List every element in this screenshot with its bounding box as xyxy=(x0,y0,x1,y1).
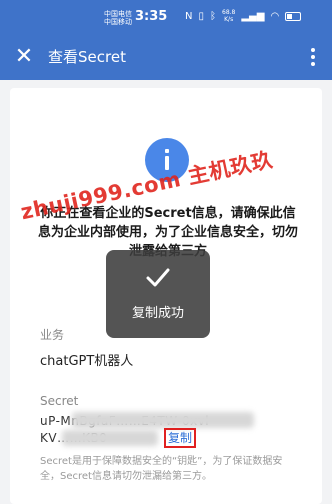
secret-blur-mask xyxy=(72,412,254,428)
app-bar: ✕ 查看Secret xyxy=(0,34,332,80)
checkmark-icon xyxy=(146,268,170,287)
page-title: 查看Secret xyxy=(48,48,126,66)
secret-label: Secret xyxy=(40,394,79,408)
wifi-icon: ◠ xyxy=(270,10,280,22)
carrier-2: 中国移动 xyxy=(104,18,132,26)
carrier-info: 中国电信 中国移动 xyxy=(104,10,132,26)
app-value: chatGPT机器人 xyxy=(40,354,134,369)
more-options-button[interactable] xyxy=(302,43,324,71)
nfc-icon: N xyxy=(185,10,193,22)
battery-icon xyxy=(285,11,302,21)
vibrate-icon: ▯ xyxy=(198,10,204,22)
copy-success-toast: 复制成功 xyxy=(106,250,210,338)
secret-blur-mask xyxy=(62,430,158,446)
close-button[interactable]: ✕ xyxy=(10,43,38,71)
copy-secret-button[interactable]: 复制 xyxy=(164,428,197,448)
carrier-1: 中国电信 xyxy=(104,10,132,18)
status-bar: 中国电信 中国移动 3:35 N ▯ ᛒ 68.8 K/s ▂▄▆ ◠ xyxy=(0,0,332,34)
net-speed-value: 68.8 xyxy=(222,9,236,16)
clock: 3:35 xyxy=(135,9,168,24)
app-label: 业务 xyxy=(40,328,65,342)
status-icons: N ▯ ᛒ 68.8 K/s ▂▄▆ ◠ xyxy=(185,9,302,23)
signal-icon: ▂▄▆ xyxy=(241,10,265,22)
net-speed: 68.8 K/s xyxy=(222,9,235,23)
bluetooth-icon: ᛒ xyxy=(210,10,216,22)
net-speed-unit: K/s xyxy=(224,16,234,23)
toast-message: 复制成功 xyxy=(131,306,184,321)
more-icon-dot xyxy=(311,55,315,59)
more-icon-dot xyxy=(311,48,315,52)
more-icon-dot xyxy=(311,62,315,66)
secret-hint: Secret是用于保障数据安全的“钥匙”，为了保证数据安全，Secret信息请切… xyxy=(40,456,283,482)
close-icon: ✕ xyxy=(14,44,34,69)
